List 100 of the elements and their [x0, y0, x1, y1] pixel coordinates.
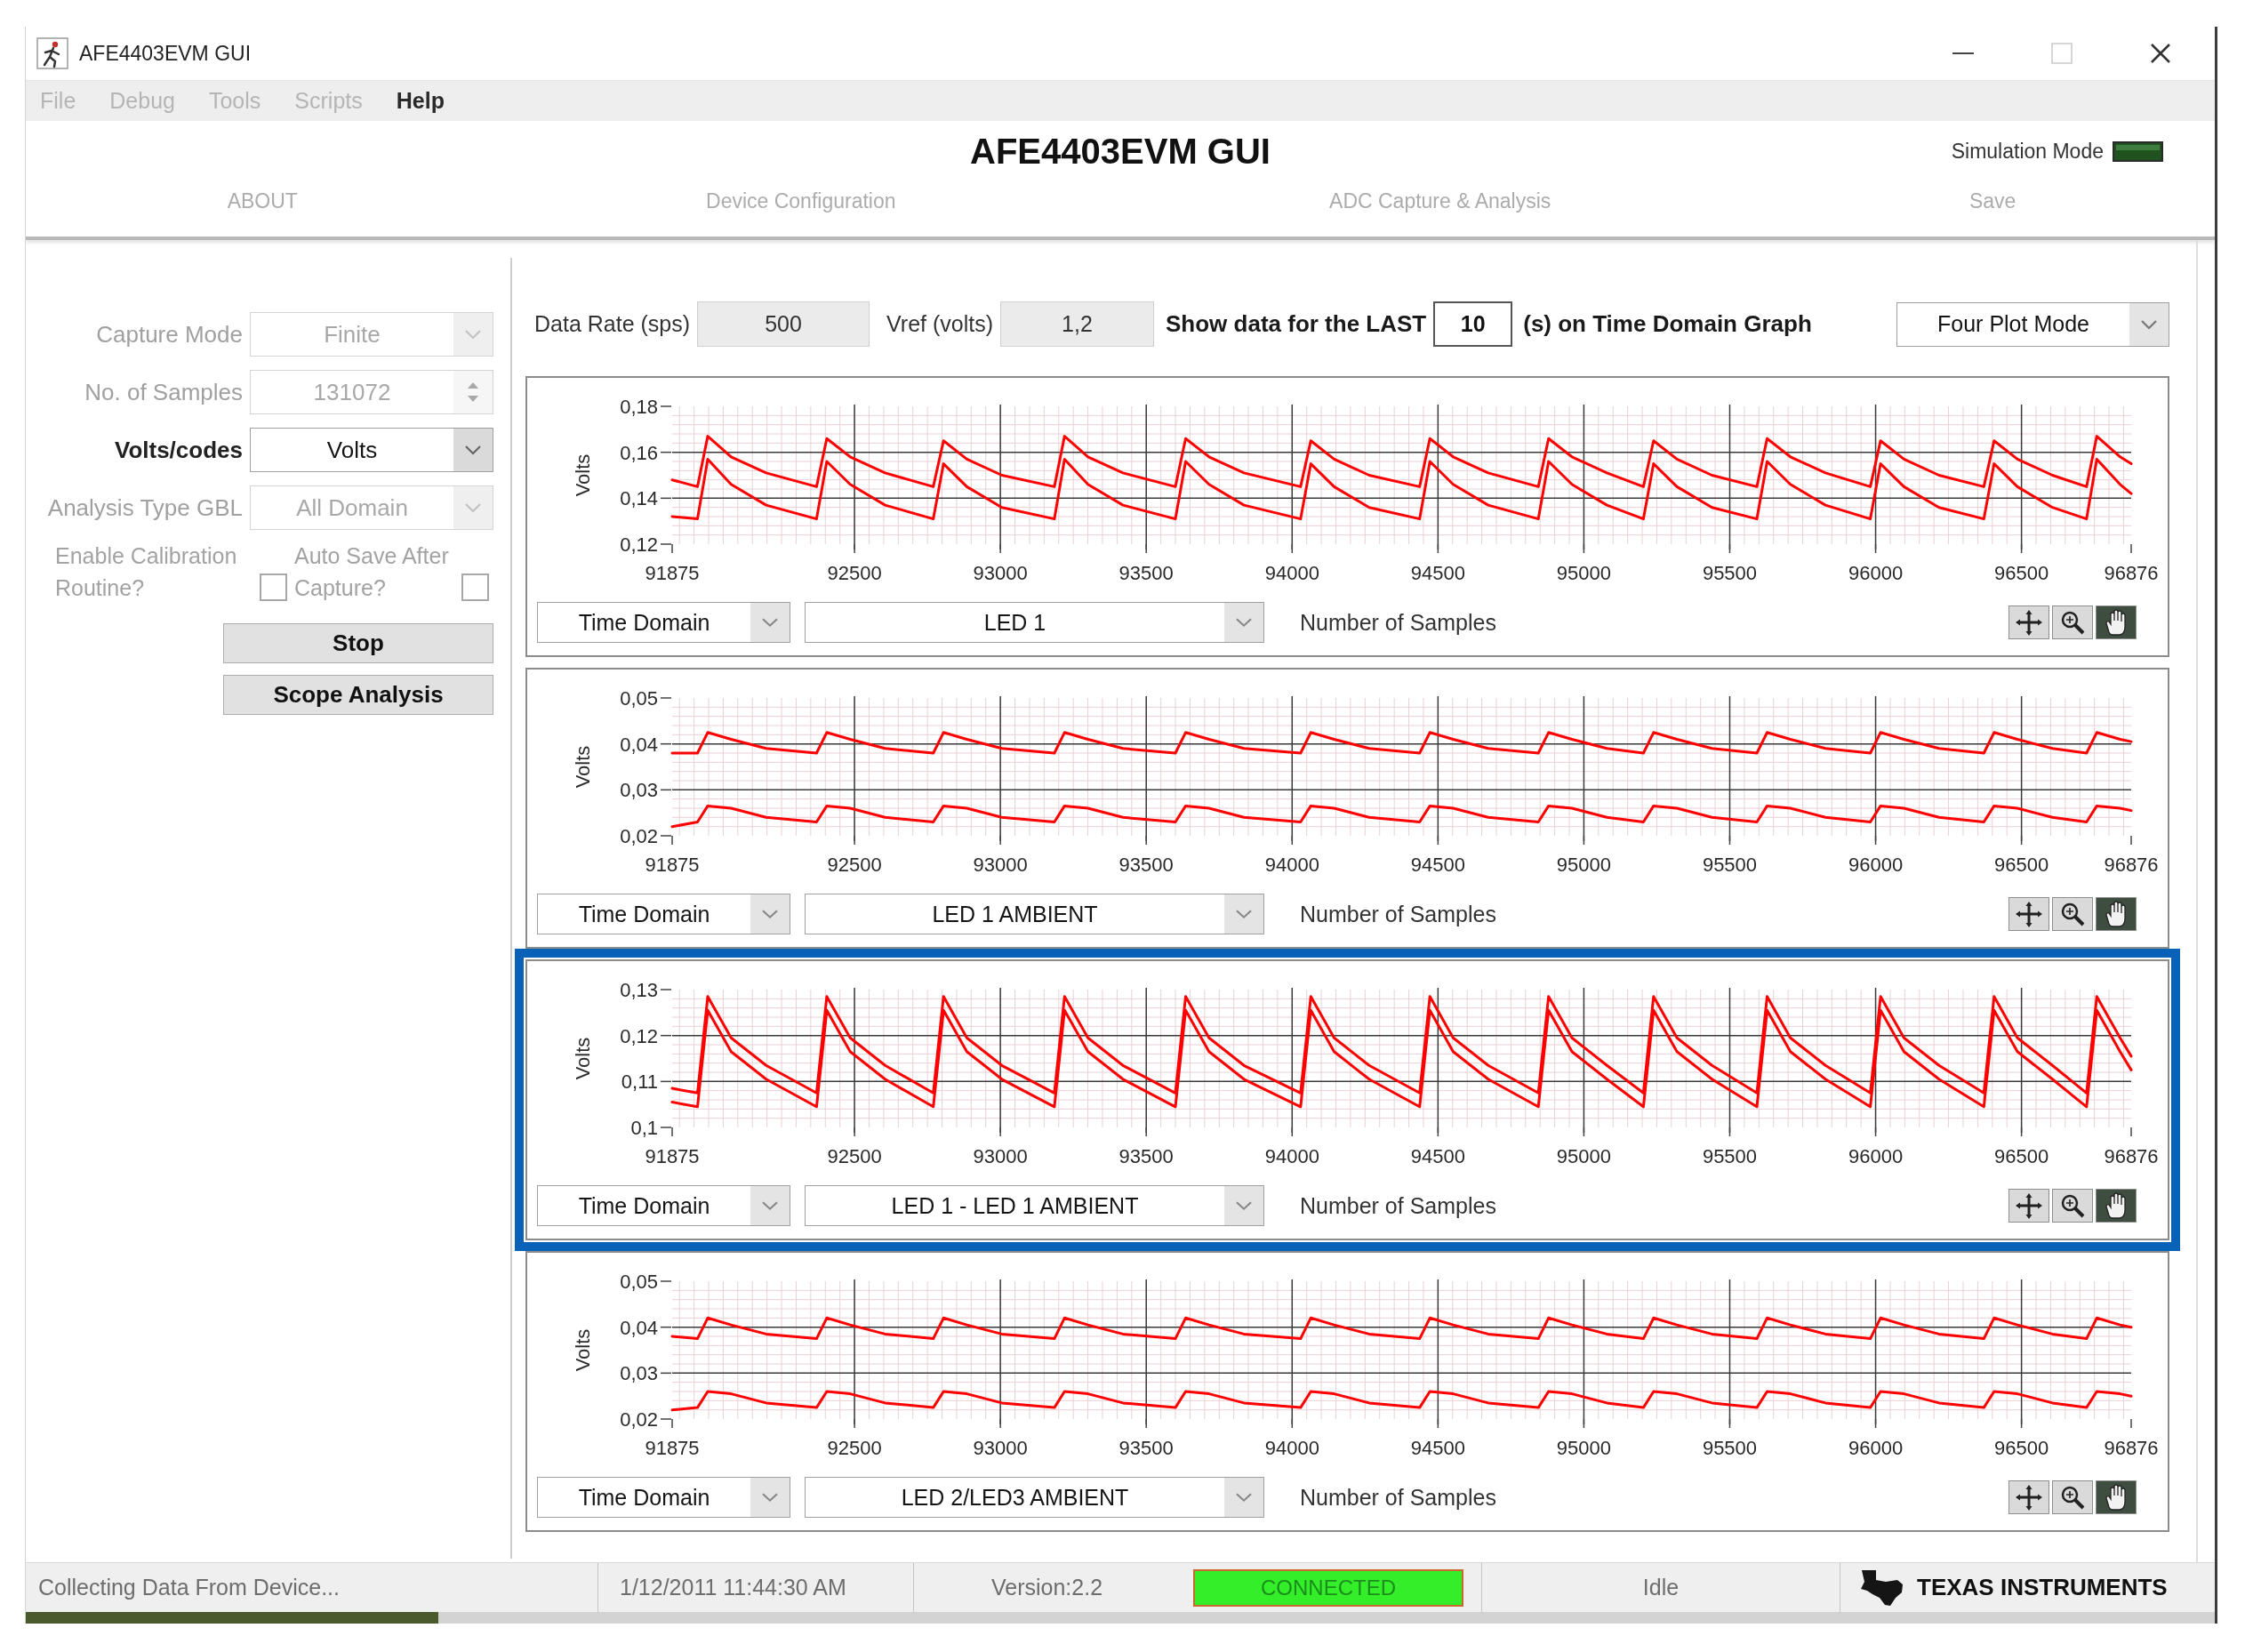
caret-icon [1224, 1186, 1263, 1225]
hand-icon[interactable] [2096, 1480, 2137, 1514]
caret-icon [1224, 1478, 1263, 1517]
tick-label: 94000 [1264, 562, 1319, 584]
caret-icon [2129, 302, 2169, 346]
tick-label: 96876 [2104, 1145, 2159, 1167]
input-field[interactable]: 500 [697, 301, 870, 347]
axis-title: Volts [571, 453, 594, 497]
field-label: Vref (volts) [886, 311, 993, 337]
tick-label: 0,05 [620, 1271, 658, 1293]
tick-label: 94500 [1410, 1437, 1465, 1459]
dropdown[interactable]: LED 1 AMBIENT [805, 894, 1264, 934]
tick-label: 96500 [1994, 1437, 2049, 1459]
status-message: Collecting Data From Device... [38, 1575, 340, 1600]
crosshair-icon[interactable] [2008, 605, 2049, 639]
tick-label: 0,03 [620, 779, 658, 802]
tick-label: 92500 [827, 1145, 882, 1167]
crosshair-icon[interactable] [2008, 1189, 2049, 1223]
tick-label: 93500 [1118, 854, 1174, 876]
hand-icon[interactable] [2096, 1189, 2137, 1223]
hand-icon[interactable] [2096, 897, 2137, 931]
field-label: Show data for the LAST [1166, 310, 1427, 338]
option-label: Enable Calibration Routine? [55, 542, 238, 602]
tick-label: 0,02 [620, 1408, 658, 1431]
zoom-icon[interactable] [2052, 1480, 2093, 1514]
tick-label: 0,04 [620, 1316, 658, 1339]
dropdown[interactable]: LED 2/LED3 AMBIENT [805, 1477, 1264, 1518]
caret-icon [453, 429, 493, 471]
tick-label: 0,1 [630, 1117, 658, 1139]
dropdown[interactable]: Time Domain [537, 602, 790, 643]
axis-title: Volts [571, 745, 594, 789]
window-title: AFE4403EVM GUI [79, 41, 252, 66]
tick-label: 92500 [827, 562, 882, 584]
tick-label: 93500 [1118, 562, 1174, 584]
dropdown[interactable]: LED 1 - LED 1 AMBIENT [805, 1185, 1264, 1226]
tick-label: 0,14 [620, 487, 658, 510]
dropdown[interactable]: Time Domain [537, 894, 790, 934]
field-label: Analysis Type GBL [47, 493, 243, 522]
axis-title: Volts [571, 1037, 594, 1080]
tick-label: 96500 [1994, 854, 2049, 876]
tick-label: 91875 [645, 1145, 700, 1167]
tick-label: 91875 [645, 562, 700, 584]
action-button[interactable]: Scope Analysis [223, 675, 493, 715]
tick-label: 95000 [1556, 1145, 1611, 1167]
axis-title: Number of Samples [1300, 1484, 1496, 1511]
tick-label: 94000 [1264, 854, 1319, 876]
crosshair-icon[interactable] [2008, 897, 2049, 931]
tick-label: 96000 [1848, 1145, 1904, 1167]
tick-label: 95000 [1556, 1437, 1611, 1459]
app-title: AFE4403EVM GUI [970, 131, 1271, 172]
axis-title: Volts [571, 1328, 594, 1372]
dropdown[interactable]: Volts [250, 428, 493, 472]
dropdown[interactable]: Time Domain [537, 1477, 790, 1518]
tick-label: 0,12 [620, 1024, 658, 1047]
tick-label: 92500 [827, 854, 882, 876]
dropdown[interactable]: Four Plot Mode [1896, 301, 2169, 347]
tick-label: 0,04 [620, 733, 658, 756]
caret-icon [1224, 894, 1263, 934]
axis-title: Number of Samples [1300, 609, 1496, 636]
tick-label: 0,11 [621, 1071, 658, 1094]
tick-label: 93500 [1118, 1437, 1174, 1459]
field-label: Data Rate (sps) [534, 311, 691, 337]
tick-label: 94500 [1410, 1145, 1465, 1167]
menu-item[interactable]: Help [396, 88, 445, 114]
hand-icon[interactable] [2096, 605, 2137, 639]
option-label: Auto Save After Capture? [294, 542, 450, 602]
tick-label: 96500 [1994, 562, 2049, 584]
tick-label: 0,12 [620, 533, 658, 556]
field-label: Volts/codes [115, 436, 243, 464]
status-indicator: CONNECTED [1193, 1568, 1463, 1607]
axis-title: Number of Samples [1300, 1192, 1496, 1219]
tick-label: 92500 [827, 1437, 882, 1459]
caret-icon [750, 1478, 790, 1517]
tick-label: 95500 [1702, 562, 1758, 584]
input-field[interactable]: 10 [1433, 301, 1513, 347]
zoom-icon[interactable] [2052, 1189, 2093, 1223]
crosshair-icon[interactable] [2008, 1480, 2049, 1514]
tick-label: 96500 [1994, 1145, 2049, 1167]
tick-label: 93500 [1118, 1145, 1174, 1167]
zoom-icon[interactable] [2052, 605, 2093, 639]
tick-label: 96876 [2104, 854, 2159, 876]
tick-label: 94000 [1264, 1145, 1319, 1167]
tick-label: 0,03 [620, 1362, 658, 1385]
input-field[interactable]: 1,2 [1000, 301, 1154, 347]
tick-label: 95000 [1556, 562, 1611, 584]
caret-icon [453, 313, 493, 356]
action-button[interactable]: Stop [223, 623, 493, 663]
field-label: Capture Mode [96, 320, 243, 349]
dropdown[interactable]: Time Domain [537, 1185, 790, 1226]
tick-label: 94000 [1264, 1437, 1319, 1459]
tick-label: 95500 [1702, 1145, 1758, 1167]
spinner-arrows-icon [453, 371, 493, 413]
tick-label: 93000 [973, 1437, 1028, 1459]
dropdown[interactable]: LED 1 [805, 602, 1264, 643]
tick-label: 95500 [1702, 1437, 1758, 1459]
tick-label: 95500 [1702, 854, 1758, 876]
tick-label: 96876 [2104, 1437, 2159, 1459]
zoom-icon[interactable] [2052, 897, 2093, 931]
tick-label: 96000 [1848, 1437, 1904, 1459]
caret-icon [750, 894, 790, 934]
